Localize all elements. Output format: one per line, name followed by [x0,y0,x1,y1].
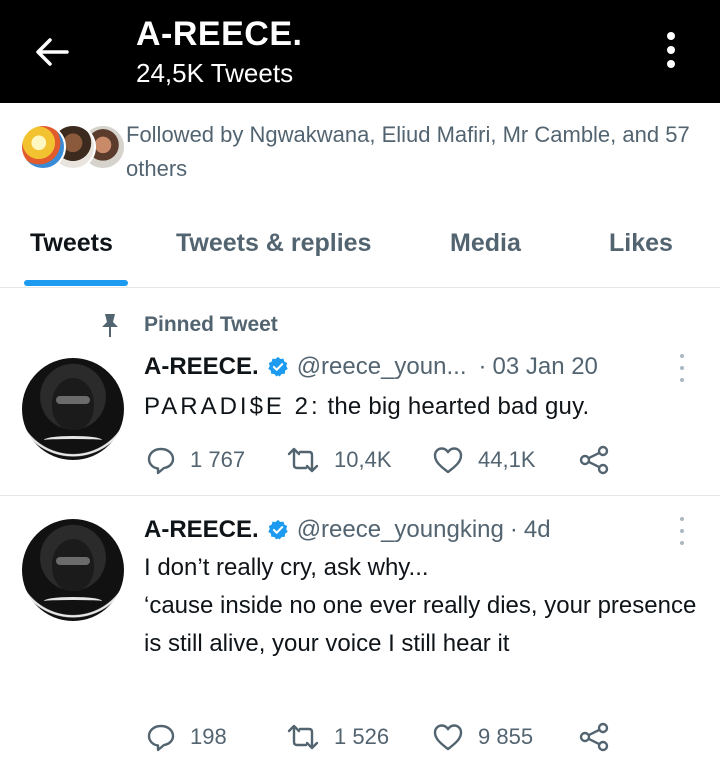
tweet-text: PARADI$E 2: the big hearted bad guy. [144,388,704,426]
tab-media[interactable]: Media [450,226,521,260]
like-count: 44,1K [478,447,536,472]
tab-likes[interactable]: Likes [609,226,673,260]
followed-by-text: Followed by Ngwakwana, Eliud Mafiri, Mr … [126,122,690,181]
share-button[interactable] [578,719,624,755]
retweet-button[interactable]: 10,4K [286,442,392,478]
pinned-indicator: Pinned Tweet [98,310,278,340]
retweet-count: 1 526 [334,724,390,749]
avatar[interactable] [22,519,124,621]
tab-tweets[interactable]: Tweets [30,226,113,260]
tweet-text-rest: the big hearted bad guy. [320,393,590,420]
author-handle[interactable]: @reece_youngking [297,516,504,544]
reply-count: 1 767 [190,447,246,472]
retweet-count: 10,4K [334,447,392,472]
author-name[interactable]: A-REECE. [144,353,259,381]
reply-button[interactable]: 1 767 [146,442,245,478]
avatar[interactable] [22,358,124,460]
tweet-text: I don’t really cry, ask why... ‘cause in… [144,549,704,663]
share-button[interactable] [578,442,624,478]
like-button[interactable]: 9 855 [432,719,533,755]
tweet-text-line: ‘cause inside no one ever really dies, y… [144,592,697,657]
pinned-label: Pinned Tweet [144,313,278,336]
author-handle[interactable]: @reece_youn... [297,353,467,381]
share-icon [579,722,609,752]
reply-icon [147,724,175,752]
author-name[interactable]: A-REECE. [144,516,259,544]
verified-badge-icon [267,519,288,540]
verified-badge-icon [267,356,288,377]
tweet-actions: 1 767 10,4K 44,1K [146,442,616,478]
followed-by-section[interactable]: Followed by Ngwakwana, Eliud Mafiri, Mr … [20,118,710,182]
heart-icon [433,447,463,474]
heart-icon [433,724,463,751]
tweet-timestamp[interactable]: 4d [524,516,551,544]
retweet-icon [287,447,319,473]
separator-dot: · [509,516,518,543]
tweet[interactable]: A-REECE. @reece_youngking · 4d I don’t r… [0,497,720,763]
arrow-left-icon [36,38,69,66]
tweet-header: A-REECE. @reece_youngking · 4d [144,513,551,547]
follower-avatar [20,124,66,170]
profile-name-title: A-REECE. [136,15,303,53]
reply-button[interactable]: 198 [146,719,227,755]
tweet-text-title: PARADI$E 2: [144,393,321,420]
back-button[interactable] [30,30,74,74]
tweet-text-line: I don’t really cry, ask why... [144,554,429,581]
active-tab-indicator [24,280,128,286]
tweet-pinned[interactable]: Pinned Tweet A-REECE. @reece_youn... · 0… [0,288,720,496]
retweet-icon [287,724,319,750]
more-options-button[interactable] [655,28,687,72]
profile-header: A-REECE. 24,5K Tweets [0,0,720,103]
profile-tabs: Tweets Tweets & replies Media Likes [0,212,720,288]
tweet-header: A-REECE. @reece_youn... · 03 Jan 20 [144,350,598,384]
reply-icon [147,447,175,475]
tweet-menu-button[interactable] [676,517,688,545]
tab-tweets-replies[interactable]: Tweets & replies [176,226,371,260]
tweet-count: 24,5K Tweets [136,58,294,88]
separator-dot: · [478,353,487,380]
like-button[interactable]: 44,1K [432,442,536,478]
tweet-actions: 198 1 526 9 855 [146,719,616,755]
reply-count: 198 [190,724,227,749]
retweet-button[interactable]: 1 526 [286,719,389,755]
pin-icon [102,314,118,337]
tweet-timestamp[interactable]: 03 Jan 20 [492,353,597,381]
more-vertical-icon [667,32,675,68]
like-count: 9 855 [478,724,534,749]
share-icon [579,445,609,475]
tweet-menu-button[interactable] [676,354,688,382]
